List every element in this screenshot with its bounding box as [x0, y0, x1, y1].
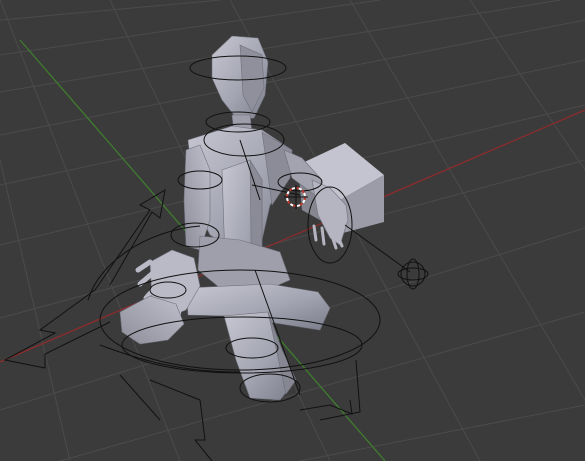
- 3d-viewport[interactable]: [0, 0, 585, 461]
- viewport-canvas[interactable]: [0, 0, 585, 461]
- character-mesh[interactable]: [119, 35, 349, 401]
- floor-grid: [0, 0, 585, 461]
